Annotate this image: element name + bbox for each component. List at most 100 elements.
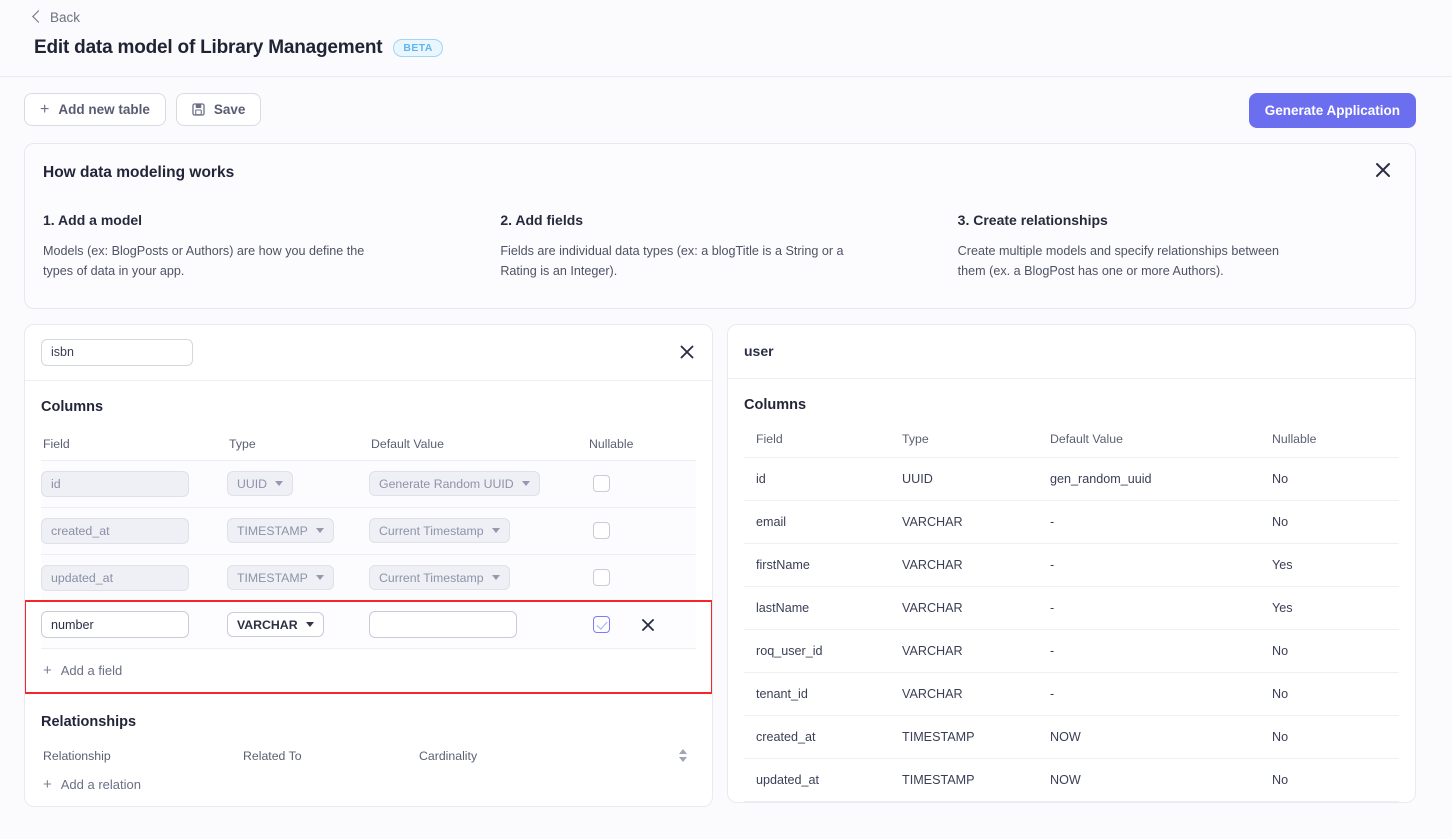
plus-icon: + [43,775,52,793]
table-row: VARCHAR [41,601,696,649]
table-row: updated_at TIMESTAMP NOW No [744,757,1399,802]
relationships-grid-header: Relationship Related To Cardinality [41,730,696,763]
chevron-left-icon [32,10,45,23]
nullable-checkbox[interactable] [593,616,610,634]
type-dropdown[interactable]: TIMESTAMP [227,518,334,544]
type-cell: TIMESTAMP [227,565,369,591]
nullable-cell [587,522,696,540]
type-cell: TIMESTAMP [227,518,369,544]
cell-field: created_at [744,714,902,759]
field-name-input[interactable] [41,517,189,544]
default-value-dropdown[interactable]: Current Timestamp [369,565,510,591]
field-cell [41,564,227,591]
add-a-field-label: Add a field [60,662,123,678]
cell-default: - [1050,628,1272,673]
how-it-works-steps: 1. Add a model Models (ex: BlogPosts or … [43,212,1393,282]
col-header-type: Type [902,431,929,446]
type-value: TIMESTAMP [237,570,308,585]
type-value: TIMESTAMP [237,523,308,538]
cell-default: - [1050,585,1272,630]
user-panel-header: user [728,325,1415,379]
sort-arrows-icon[interactable] [670,749,696,763]
how-it-works-step: 3. Create relationships Create multiple … [958,212,1393,282]
columns-label: Columns [41,398,104,415]
type-dropdown[interactable]: UUID [227,471,294,497]
generate-application-button[interactable]: Generate Application [1248,93,1416,128]
table-name-input[interactable] [41,338,193,366]
title-row: Edit data model of Library Management BE… [0,26,1452,59]
cell-nullable: Yes [1272,542,1399,587]
nullable-checkbox[interactable] [593,569,610,587]
field-name-input[interactable] [41,611,189,639]
cell-nullable: No [1272,499,1399,544]
how-it-works-step: 2. Add fields Fields are individual data… [500,212,935,282]
col-header-default: Default Value [371,436,444,451]
cell-type: TIMESTAMP [902,757,1050,802]
step-heading: 3. Create relationships [957,212,1108,228]
relationships-label: Relationships [41,713,137,730]
toolbar: + Add new table Save Generate Applicatio… [0,77,1452,128]
table-row: roq_user_id VARCHAR - No [744,628,1399,673]
default-cell: Current Timestamp [369,565,587,591]
default-cell: Generate Random UUID [369,471,587,497]
step-body: Models (ex: BlogPosts or Authors) are ho… [43,244,365,279]
cell-nullable: No [1272,456,1399,501]
cell-default: NOW [1050,714,1272,759]
save-button[interactable]: Save [175,93,262,126]
table-header-row: Field Type Default Value Nullable [744,432,1399,458]
cell-type: VARCHAR [902,585,1050,630]
add-a-relation-button[interactable]: + Add a relation [41,763,141,806]
chevron-down-icon [275,481,284,487]
nullable-checkbox[interactable] [593,475,610,493]
field-cell [41,611,227,639]
step-heading: 1. Add a model [43,212,143,228]
columns-rows: UUID Generate Random UUID [25,459,712,694]
delete-row-icon[interactable] [640,617,656,633]
columns-label: Columns [744,396,807,413]
rel-header-related-to: Related To [243,748,302,763]
cell-type: TIMESTAMP [902,714,1050,759]
table-row: firstName VARCHAR - Yes [744,542,1399,587]
save-label: Save [213,102,246,117]
cell-default: gen_random_uuid [1050,456,1272,501]
default-value-dropdown[interactable]: Generate Random UUID [369,471,540,497]
field-cell [41,517,227,544]
field-name-input[interactable] [41,564,189,591]
plus-icon: + [40,100,50,118]
cell-default: - [1050,499,1272,544]
default-value: Current Timestamp [379,523,484,538]
default-cell [369,611,587,639]
isbn-panel-header [25,325,712,381]
cell-field: lastName [744,585,902,630]
back-button[interactable]: Back [32,10,80,25]
close-icon[interactable] [678,343,696,361]
nullable-checkbox[interactable] [593,522,610,540]
add-a-field-button[interactable]: + Add a field [41,649,122,692]
add-new-table-label: Add new table [58,102,150,117]
chevron-down-icon [315,528,324,534]
table-row: lastName VARCHAR - Yes [744,585,1399,630]
field-name-input[interactable] [41,470,189,497]
rel-header-relationship: Relationship [43,748,111,763]
cell-field: email [744,499,902,544]
close-icon[interactable] [1373,160,1393,180]
floppy-disk-icon [192,103,205,116]
cell-type: VARCHAR [902,671,1050,716]
isbn-table-panel: Columns Field Type Default Value Nullabl… [24,323,713,807]
how-it-works-step: 1. Add a model Models (ex: BlogPosts or … [43,212,478,282]
step-body: Fields are individual data types (ex: a … [500,244,844,279]
user-table-body: id UUID gen_random_uuid No email VARCHAR… [744,456,1399,802]
nullable-cell [587,475,696,493]
default-value-dropdown[interactable]: Current Timestamp [369,518,510,544]
col-header-field: Field [43,436,70,451]
table-row: UUID Generate Random UUID [41,460,696,508]
cell-default: - [1050,671,1272,716]
cell-nullable: No [1272,628,1399,673]
cell-nullable: No [1272,714,1399,759]
add-new-table-button[interactable]: + Add new table [24,93,166,126]
type-dropdown[interactable]: TIMESTAMP [227,565,334,591]
page-title: Edit data model of Library Management [34,37,383,58]
type-dropdown[interactable]: VARCHAR [227,612,324,638]
default-value-input[interactable] [369,611,517,639]
cell-default: - [1050,542,1272,587]
